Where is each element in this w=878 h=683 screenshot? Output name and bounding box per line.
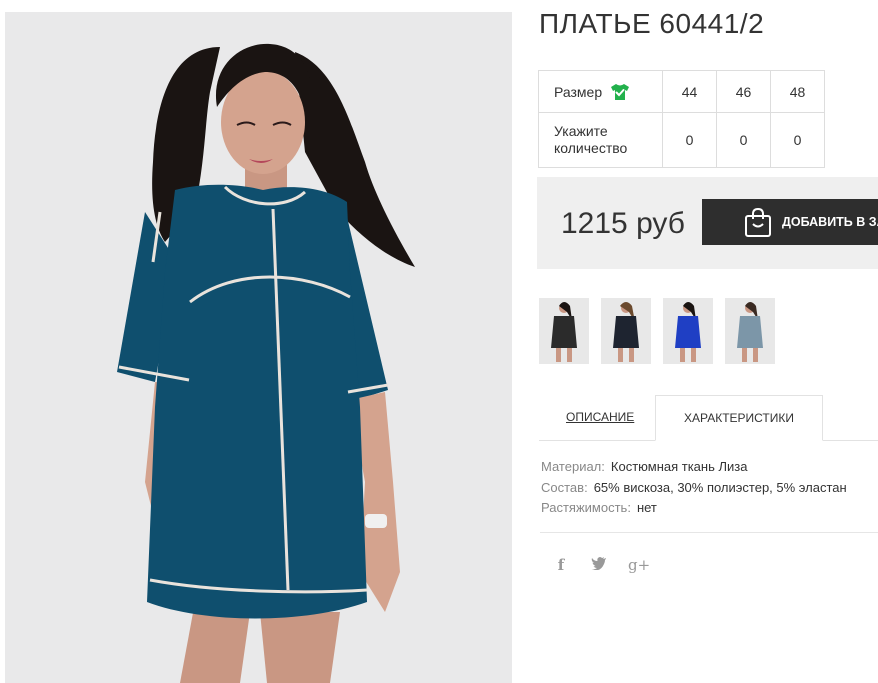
googleplus-icon[interactable]: g+ (628, 556, 650, 574)
spec-key: Состав: (541, 479, 588, 495)
quantity-input-48[interactable]: 0 (770, 112, 825, 168)
specs-list: Материал: Костюмная ткань Лиза Состав: 65%… (541, 457, 847, 519)
add-to-order-button[interactable]: ДОБАВИТЬ В ЗАКАЗ (702, 199, 878, 245)
social-share: f g+ (552, 556, 650, 574)
product-main-photo[interactable] (5, 12, 512, 683)
divider (540, 532, 878, 533)
product-price: 1215 руб (561, 207, 685, 240)
product-title: ПЛАТЬЕ 60441/2 (539, 8, 765, 39)
size-48: 48 (770, 70, 825, 113)
size-table: Размер 44 46 48 Укажите количество 0 0 0 (538, 70, 825, 168)
quantity-label: Укажите количество (554, 123, 628, 156)
spec-row-stretch: Растяжимость: нет (541, 498, 847, 519)
dress-model-illustration (5, 12, 512, 683)
size-44: 44 (662, 70, 717, 113)
spec-value: нет (636, 500, 657, 515)
color-thumbnails (539, 298, 775, 364)
size-label: Размер (554, 83, 603, 100)
quantity-row: Укажите количество 0 0 0 (538, 112, 825, 168)
add-to-order-label: ДОБАВИТЬ В ЗАКАЗ (782, 215, 878, 229)
tshirt-check-icon[interactable] (610, 83, 630, 101)
spec-key: Растяжимость: (541, 500, 631, 515)
tab-description[interactable]: ОПИСАНИЕ (566, 395, 634, 440)
spec-value: 65% вискоза, 30% полиэстер, 5% эластан (593, 479, 847, 495)
thumbnail-blue[interactable] (663, 298, 713, 364)
tab-characteristics[interactable]: ХАРАКТЕРИСТИКИ (655, 395, 823, 441)
spec-row-composition: Состав: 65% вискоза, 30% полиэстер, 5% эл… (541, 478, 847, 499)
twitter-icon[interactable] (590, 556, 608, 574)
thumbnail-grey-blue[interactable] (725, 298, 775, 364)
thumbnail-navy[interactable] (601, 298, 651, 364)
quantity-input-46[interactable]: 0 (716, 112, 771, 168)
spec-value: Костюмная ткань Лиза (610, 459, 748, 474)
buy-box: 1215 руб ДОБАВИТЬ В ЗАКАЗ (537, 177, 878, 269)
size-46: 46 (716, 70, 771, 113)
quantity-input-44[interactable]: 0 (662, 112, 717, 168)
spec-key: Материал: (541, 459, 605, 474)
size-row: Размер 44 46 48 (538, 70, 825, 113)
quantity-label-cell: Укажите количество (538, 112, 663, 168)
facebook-icon[interactable]: f (552, 556, 570, 574)
thumbnail-black[interactable] (539, 298, 589, 364)
shopping-bag-icon (744, 207, 772, 237)
spec-row-material: Материал: Костюмная ткань Лиза (541, 457, 847, 478)
size-label-cell: Размер (538, 70, 663, 113)
product-tabs: ОПИСАНИЕ ХАРАКТЕРИСТИКИ (539, 395, 878, 441)
